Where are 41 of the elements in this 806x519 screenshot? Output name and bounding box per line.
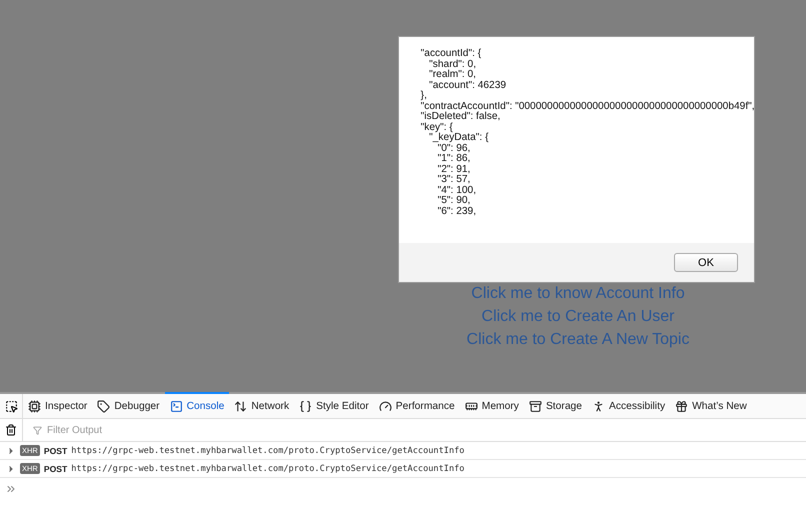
arrows-icon: [234, 400, 248, 412]
request-method: POST: [44, 464, 68, 474]
gauge-icon: [378, 400, 392, 412]
devtools-tab[interactable]: Accessibility: [587, 392, 670, 418]
tab-label: Inspector: [45, 400, 88, 412]
chip-icon: [28, 400, 41, 412]
devtools-tab[interactable]: Storage: [524, 392, 588, 418]
tab-label: Performance: [396, 400, 455, 412]
filter-icon: [33, 426, 42, 434]
devtools-tab[interactable]: Network: [229, 392, 294, 418]
tab-label: What’s New: [692, 400, 747, 412]
devtools-tab[interactable]: What’s New: [670, 392, 752, 418]
tag-icon: [97, 400, 110, 412]
devtools-tab[interactable]: Style Editor: [294, 392, 374, 418]
tab-label: Debugger: [114, 400, 160, 412]
alert-message: "accountId": { "shard": 0, "realm": 0, "account": 46239 }, "contractAccountId": "0000000000000000000000000000000000000b49f", "isDeleted": false, "key": { "_keyData": { "0": 96, "1": 86, "2": 91, "3": 57, "4": 100, "5": 90, "6": 239,: [399, 37, 754, 243]
request-url[interactable]: https://grpc-web.testnet.myhbarwallet.com/proto.CryptoService/getAccountInfo: [71, 464, 464, 474]
tab-label: Memory: [482, 400, 519, 412]
request-method: POST: [44, 446, 68, 456]
console-icon: [170, 400, 183, 412]
memory-icon: [464, 400, 478, 412]
devtools-tab[interactable]: Memory: [460, 392, 524, 418]
tab-label: Accessibility: [609, 400, 666, 412]
devtools-tab[interactable]: Debugger: [92, 392, 165, 418]
tab-label: Storage: [546, 400, 582, 412]
devtools-tab[interactable]: Inspector: [23, 392, 92, 418]
filter-field[interactable]: Filter Output: [45, 424, 249, 436]
tab-label: Network: [251, 400, 290, 412]
devtools-tab[interactable]: Console: [164, 392, 230, 418]
ok-button[interactable]: OK: [674, 253, 738, 272]
trash-icon[interactable]: [5, 424, 17, 436]
tab-label: Console: [186, 400, 224, 412]
braces-icon: [299, 400, 312, 412]
prompt-icon: [5, 483, 17, 495]
gift-icon: [675, 400, 688, 412]
element-picker-icon[interactable]: [4, 400, 18, 412]
devtools-tab[interactable]: Performance: [374, 392, 460, 418]
request-url[interactable]: https://grpc-web.testnet.myhbarwallet.com/proto.CryptoService/getAccountInfo: [71, 446, 464, 456]
person-icon: [592, 400, 606, 412]
tab-label: Style Editor: [316, 400, 369, 412]
storage-icon: [528, 400, 542, 412]
